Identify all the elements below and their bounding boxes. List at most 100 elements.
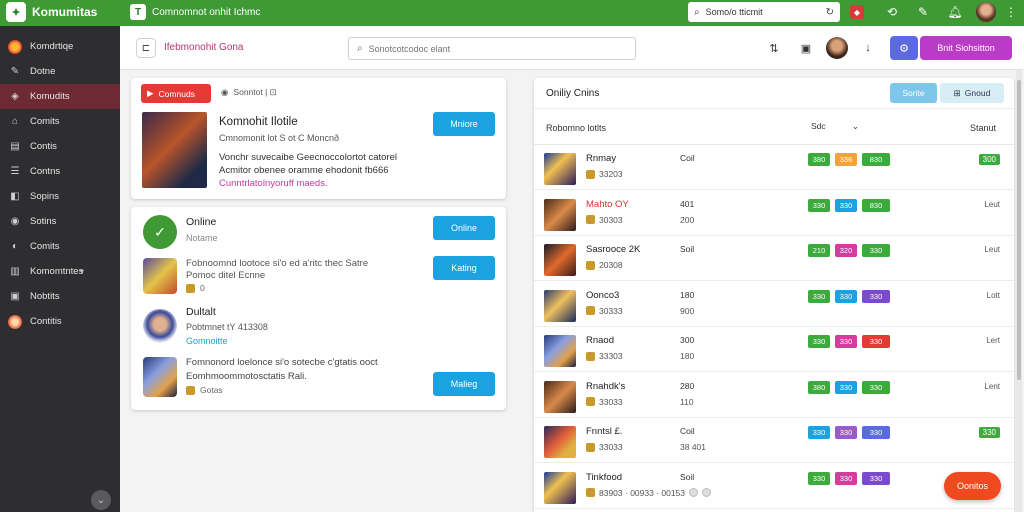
game-name[interactable]: Rnaod: [586, 335, 614, 346]
status-badge[interactable]: 330: [862, 335, 890, 348]
table-row[interactable]: Sasrooce 2K 20308 Soil 210 320 330 Leut: [534, 236, 1014, 281]
scrollbar-thumb[interactable]: [1017, 80, 1021, 380]
featured-thumbnail[interactable]: [142, 112, 207, 188]
table-row[interactable]: Fnntsl £. 33033 Coil 38 401 330 330 330 330: [534, 418, 1014, 463]
sidebar-item-2[interactable]: ◈ Komudits: [0, 84, 120, 109]
game-thumbnail[interactable]: [544, 426, 576, 458]
game-name[interactable]: Mahto OY: [586, 199, 629, 210]
online-button[interactable]: Online: [433, 216, 495, 240]
status-badge[interactable]: 320: [835, 244, 857, 257]
game-name[interactable]: Oonco3: [586, 290, 619, 301]
link-icon[interactable]: ⟲: [883, 3, 901, 21]
more-icon[interactable]: ⋮: [1002, 3, 1020, 21]
table-row[interactable]: Rnaod 33303 300 180 330 330 330 Lert: [534, 327, 1014, 372]
table-row[interactable]: Mahto OY 30303 401 200 330 330 830 Leut: [534, 191, 1014, 236]
status-badge[interactable]: 380: [808, 153, 830, 166]
sidebar-item-6[interactable]: ◧ Sopins: [0, 184, 120, 209]
group-button[interactable]: ⊞ Gnoud: [940, 83, 1004, 103]
table-row[interactable]: Oonco3 30333 180 900 330 330 330 Lott: [534, 282, 1014, 327]
status-badge[interactable]: 330: [808, 426, 830, 439]
filter-select[interactable]: Sdc ⌄: [804, 117, 866, 135]
status-badge[interactable]: 380: [808, 380, 830, 394]
game-name[interactable]: Sasrooce 2K: [586, 244, 640, 255]
brand[interactable]: ✦ Komumitas: [6, 2, 97, 22]
game-thumbnail[interactable]: [544, 289, 576, 322]
status-badge[interactable]: 330: [808, 289, 830, 303]
game-thumbnail[interactable]: [544, 244, 576, 276]
game-thumbnail[interactable]: [544, 380, 576, 413]
game-thumbnail[interactable]: [544, 153, 576, 185]
status-badge[interactable]: 210: [808, 244, 830, 257]
sidebar-item-8[interactable]: ◐ Comits: [0, 234, 120, 259]
sidebar-item-10[interactable]: ▣ Nobtits: [0, 284, 120, 309]
status-badge[interactable]: 330: [835, 289, 857, 303]
status-badge[interactable]: 330: [835, 198, 857, 212]
download-icon[interactable]: ↓: [860, 40, 876, 56]
top-search[interactable]: ⌕ ↻: [688, 2, 840, 22]
status-badge[interactable]: 330: [862, 426, 890, 439]
more-button[interactable]: Mniore: [433, 112, 495, 136]
sidebar-item-1[interactable]: ✎ Dotne: [0, 59, 120, 84]
status-badge[interactable]: 330: [835, 426, 857, 439]
search-input[interactable]: [368, 43, 627, 54]
game-thumbnail[interactable]: [544, 335, 576, 367]
sidebar-item-4[interactable]: ▤ Contis: [0, 134, 120, 159]
game-name[interactable]: Rnahdk's: [586, 381, 625, 392]
sidebar-item-9[interactable]: ▥ Komomtntes ▾: [0, 259, 120, 284]
item4-thumbnail[interactable]: [143, 357, 177, 397]
status-badge[interactable]: 330: [808, 335, 830, 348]
status-badge[interactable]: 830: [862, 153, 890, 166]
floating-action-button[interactable]: Oonitos: [944, 472, 1001, 500]
status-badge[interactable]: 330: [808, 198, 830, 212]
item3-link[interactable]: Gomnoitte: [186, 336, 228, 346]
settings-button[interactable]: ⚙: [890, 36, 918, 60]
sidebar-item-3[interactable]: ⌂ Comits: [0, 109, 120, 134]
item3-avatar[interactable]: [143, 309, 177, 343]
status-badge[interactable]: 330: [862, 380, 890, 394]
malieg-button[interactable]: Malieg: [433, 372, 495, 396]
status-badge[interactable]: 330: [862, 244, 890, 257]
sidebar-item-5[interactable]: ☰ Contns: [0, 159, 120, 184]
top-search-input[interactable]: [705, 7, 820, 17]
status-badge[interactable]: 330: [835, 471, 857, 485]
sidebar-item-7[interactable]: ◉ Sotins: [0, 209, 120, 234]
cta-button[interactable]: Bnit Siohsitton: [920, 36, 1012, 60]
refresh-icon[interactable]: ↻: [826, 7, 834, 18]
avatar[interactable]: [826, 37, 848, 59]
status-badge[interactable]: 330: [862, 471, 890, 485]
pin-icon[interactable]: ✎: [914, 3, 932, 21]
game-thumbnail[interactable]: [544, 198, 576, 231]
status-badge[interactable]: 330: [835, 335, 857, 348]
status-badge[interactable]: 330: [835, 380, 857, 394]
status-badge[interactable]: 336: [835, 153, 857, 166]
sort-icon[interactable]: ⇅: [766, 40, 782, 56]
search-bar[interactable]: ⌕: [348, 37, 636, 60]
rating-button[interactable]: Kating: [433, 256, 495, 280]
coin-icon: [586, 397, 595, 406]
featured-desc-line3[interactable]: Cunntrlatolnyoruff maeds.: [219, 177, 328, 190]
item2-thumbnail[interactable]: [143, 258, 177, 294]
sort-button[interactable]: Sorite: [890, 83, 937, 103]
notification-icon[interactable]: ▣: [798, 40, 814, 56]
coin-icon: [586, 488, 595, 497]
table-row[interactable]: Rnmay 33203 Coil 380 336 830 300: [534, 145, 1014, 190]
collapse-sidebar-button[interactable]: ⌄: [91, 490, 111, 510]
sidebar-item-label: Comits: [30, 116, 60, 127]
status-badge[interactable]: 330: [808, 471, 830, 485]
table-row[interactable]: Rnahdk's 33033 280 110 380 330 330 Lent: [534, 373, 1014, 418]
game-name[interactable]: Tinkfood: [586, 472, 622, 483]
sidebar-item-11[interactable]: ● Contitis: [0, 309, 120, 334]
game-score-value: 33303: [599, 351, 623, 361]
user-avatar[interactable]: [976, 2, 996, 22]
game-name[interactable]: Rnmay: [586, 153, 616, 164]
status-badge[interactable]: 330: [862, 289, 890, 303]
table-row[interactable]: Tinkfood 83903 · 00933 · 00153 Soil 330 330 3…: [534, 464, 1014, 509]
notification-icon[interactable]: ◆: [850, 5, 864, 19]
status-badge[interactable]: 830: [862, 198, 890, 212]
game-thumbnail[interactable]: [544, 471, 576, 504]
category-tag[interactable]: ▶ Comnuds: [141, 84, 211, 103]
featured-title: Komnohit Ilotile: [219, 116, 298, 128]
bell-icon[interactable]: 🔔︎: [946, 3, 964, 21]
game-name[interactable]: Fnntsl £.: [586, 426, 622, 437]
sidebar-item-0[interactable]: ● Komdrtiqe: [0, 34, 120, 59]
